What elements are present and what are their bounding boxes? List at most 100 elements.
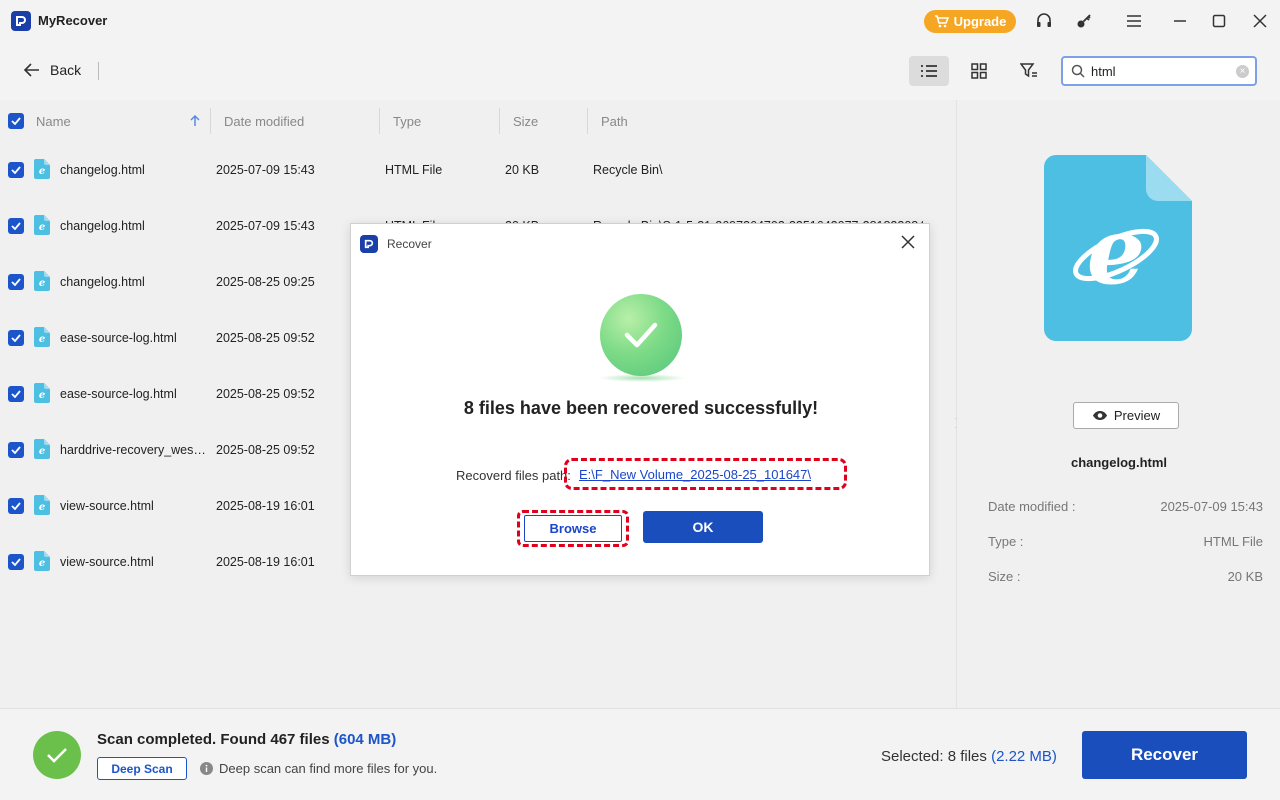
upgrade-label: Upgrade [953, 14, 1007, 29]
recovered-path-link[interactable]: E:\F_New Volume_2025-08-25_101647\ [579, 467, 811, 482]
eye-icon [1092, 411, 1107, 420]
minimize-icon[interactable] [1169, 10, 1191, 32]
deep-scan-hint: Deep scan can find more files for you. [200, 761, 437, 776]
column-header-path[interactable]: Path [601, 100, 628, 142]
file-name: view-source.html [60, 499, 154, 513]
upgrade-button[interactable]: Upgrade [924, 10, 1016, 33]
svg-text:e: e [39, 278, 45, 289]
file-date: 2025-08-19 16:01 [216, 555, 315, 569]
deep-scan-hint-text: Deep scan can find more files for you. [219, 761, 438, 776]
browse-highlight: Browse [517, 510, 629, 547]
column-header-name[interactable]: Name [36, 100, 71, 142]
column-divider [499, 108, 500, 134]
maximize-icon[interactable] [1208, 10, 1230, 32]
preview-file-name: changelog.html [1070, 455, 1168, 470]
column-header-date[interactable]: Date modified [224, 100, 304, 142]
file-type: HTML File [385, 163, 443, 177]
list-header: Name Date modified Type Size Path [0, 100, 955, 142]
file-name: harddrive-recovery_western-digital.html [60, 443, 208, 457]
file-name: view-source.html [60, 555, 154, 569]
key-icon[interactable] [1073, 10, 1095, 32]
row-checkbox[interactable] [8, 442, 24, 458]
html-file-icon: e [34, 271, 50, 294]
file-size: 20 KB [505, 163, 540, 177]
row-checkbox[interactable] [8, 498, 24, 514]
sort-ascending-icon[interactable] [190, 100, 200, 142]
html-file-icon: e [34, 215, 50, 238]
row-checkbox[interactable] [8, 274, 24, 290]
preview-button[interactable]: Preview [1073, 402, 1179, 429]
search-box[interactable]: × [1061, 56, 1257, 86]
column-divider [587, 108, 588, 134]
dialog-app-icon [360, 235, 378, 253]
svg-text:e: e [1087, 197, 1146, 305]
recover-dialog: Recover 8 files have been recovered succ… [350, 223, 930, 576]
list-view-icon [921, 65, 937, 77]
success-icon-shadow [598, 374, 686, 382]
browse-button[interactable]: Browse [524, 515, 622, 542]
close-window-icon[interactable] [1249, 10, 1271, 32]
recovered-path-highlight: E:\F_New Volume_2025-08-25_101647\ [564, 458, 847, 490]
select-all-checkbox[interactable] [8, 113, 24, 129]
title-bar: MyRecover Upgrade [0, 0, 1280, 42]
menu-icon[interactable] [1123, 10, 1145, 32]
app-name: MyRecover [38, 13, 108, 28]
meta-date-value: 2025-07-09 15:43 [1160, 499, 1263, 514]
deep-scan-button[interactable]: Deep Scan [97, 757, 187, 780]
status-bar: Scan completed. Found 467 files (604 MB)… [0, 708, 1280, 800]
dialog-close-icon[interactable] [901, 235, 919, 253]
meta-type-label: Type : [988, 534, 1024, 549]
recover-button[interactable]: Recover [1082, 731, 1247, 779]
row-checkbox[interactable] [8, 330, 24, 346]
row-checkbox[interactable] [8, 218, 24, 234]
row-checkbox[interactable] [8, 554, 24, 570]
toolbar-divider [98, 62, 99, 80]
scan-status-size: (604 MB) [333, 731, 397, 748]
html-file-icon: e [34, 495, 50, 518]
support-headset-icon[interactable] [1033, 10, 1055, 32]
svg-text:e: e [39, 334, 45, 345]
filter-button[interactable] [1009, 56, 1049, 86]
scan-status-text: Scan completed. Found 467 files (604 MB) [97, 731, 396, 748]
file-path: Recycle Bin\ [593, 163, 663, 177]
column-divider [379, 108, 380, 134]
file-date: 2025-08-25 09:52 [216, 443, 315, 457]
search-icon [1071, 64, 1085, 78]
svg-text:e: e [39, 390, 45, 401]
column-divider [210, 108, 211, 134]
row-checkbox[interactable] [8, 386, 24, 402]
file-date: 2025-08-25 09:25 [216, 275, 315, 289]
grid-view-button[interactable] [959, 56, 999, 86]
svg-text:e: e [39, 558, 45, 569]
svg-text:e: e [39, 502, 45, 513]
column-header-type[interactable]: Type [393, 100, 421, 142]
table-row[interactable]: e changelog.html 2025-07-09 15:43 HTML File… [0, 142, 955, 198]
file-date: 2025-07-09 15:43 [216, 163, 315, 177]
grid-view-icon [971, 63, 987, 79]
row-checkbox[interactable] [8, 162, 24, 178]
arrow-left-icon [24, 63, 39, 77]
file-date: 2025-08-25 09:52 [216, 331, 315, 345]
back-button[interactable]: Back [24, 62, 81, 78]
toolbar: Back × [0, 42, 1280, 100]
selection-count: Selected: 8 files [881, 748, 987, 765]
meta-date-label: Date modified : [988, 499, 1076, 514]
list-view-button[interactable] [909, 56, 949, 86]
file-date: 2025-08-25 09:52 [216, 387, 315, 401]
clear-search-icon[interactable]: × [1236, 65, 1249, 78]
search-input[interactable] [1091, 63, 1231, 79]
html-file-icon: e [34, 551, 50, 574]
info-icon [200, 762, 213, 775]
file-date: 2025-08-19 16:01 [216, 499, 315, 513]
dialog-title: Recover [387, 237, 432, 251]
scan-status-label: Scan completed. Found 467 files [97, 731, 330, 748]
svg-text:e: e [39, 166, 45, 177]
ok-button[interactable]: OK [643, 511, 763, 543]
meta-size-value: 20 KB [1227, 569, 1263, 584]
success-message: 8 files have been recovered successfully… [463, 398, 819, 418]
back-label: Back [50, 62, 82, 78]
selection-summary: Selected: 8 files (2.22 MB) [881, 748, 1057, 765]
column-header-size[interactable]: Size [513, 100, 538, 142]
preview-pane: e Preview changelog.html Date modified :… [956, 100, 1280, 708]
html-file-icon: e [34, 439, 50, 462]
